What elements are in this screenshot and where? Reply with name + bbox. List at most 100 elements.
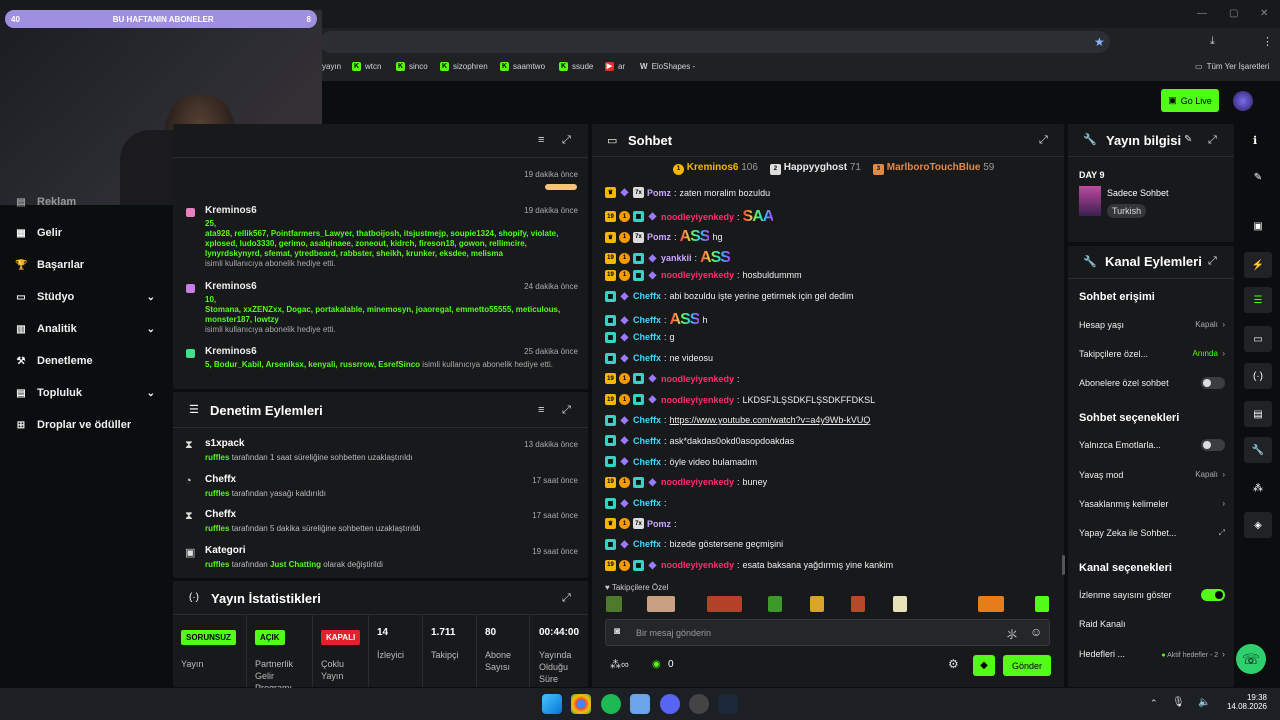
broadcast-icon[interactable]: (·): [1244, 363, 1272, 389]
edit-icon[interactable]: ✎: [1184, 134, 1192, 145]
coin-badge-icon[interactable]: 1: [619, 394, 630, 405]
tile-badge-icon[interactable]: ▦: [633, 394, 644, 405]
support-button[interactable]: ☏: [1236, 644, 1266, 674]
steam-icon[interactable]: [718, 694, 738, 714]
sub19-badge-icon[interactable]: 19: [605, 252, 616, 264]
popout-icon[interactable]: ⤢: [1208, 134, 1217, 147]
bookmark-sizophren[interactable]: Ksizophren: [440, 58, 488, 74]
sidebar-item-denetleme[interactable]: ⚒ Denetleme: [15, 355, 165, 367]
menu-icon[interactable]: ⋮: [1262, 35, 1273, 48]
bookmark-sinco[interactable]: Ksinco: [396, 58, 428, 74]
tile-badge-icon[interactable]: ▦: [633, 269, 644, 281]
gem-badge-icon[interactable]: ◆: [619, 498, 630, 509]
gem-badge-icon[interactable]: ◆: [619, 353, 630, 364]
gem-badge-icon[interactable]: ◆: [619, 291, 630, 302]
popout-icon[interactable]: ⤢: [562, 592, 571, 605]
sidebar-item-gelir[interactable]: ▦ Gelir: [15, 227, 165, 239]
setting-raid[interactable]: Raid Kanalı: [1079, 619, 1225, 629]
chat-username[interactable]: Pomz: [647, 519, 671, 529]
setting-slow-mode[interactable]: Yavaş mod Kapalı ›: [1079, 470, 1225, 480]
toggle[interactable]: [1201, 439, 1225, 451]
sub19-badge-icon[interactable]: 19: [605, 394, 616, 405]
spotify-icon[interactable]: [601, 694, 621, 714]
tile-badge-icon[interactable]: ▦: [605, 456, 616, 468]
info-icon[interactable]: ℹ: [1253, 134, 1257, 147]
emote[interactable]: [851, 596, 865, 612]
tile-badge-icon[interactable]: ▦: [633, 252, 644, 264]
sub19-badge-icon[interactable]: 19: [605, 211, 616, 223]
gem-badge-icon[interactable]: ◆: [619, 435, 630, 446]
all-bookmarks[interactable]: ▭ Tüm Yer İşaretleri: [1195, 58, 1269, 74]
chat-username[interactable]: noodleyiyenkedy: [661, 560, 734, 570]
download-icon[interactable]: ⤓: [1210, 35, 1215, 48]
chat-link[interactable]: https://www.youtube.com/watch?v=a4y9Wb-k…: [670, 415, 871, 425]
chat-input[interactable]: Bir mesaj gönderin: [605, 619, 1050, 646]
toggle[interactable]: [1201, 377, 1225, 389]
discord-icon[interactable]: [660, 694, 680, 714]
gem-badge-icon[interactable]: ◆: [647, 560, 658, 571]
filter-icon[interactable]: ≡: [538, 134, 544, 146]
popout-icon[interactable]: ⤢: [562, 404, 571, 417]
tile-badge-icon[interactable]: ▦: [605, 414, 616, 426]
sidebar-item-basarilar[interactable]: 🏆 Başarılar: [15, 259, 165, 271]
crown-badge-icon[interactable]: ♛: [605, 187, 616, 198]
chat-username[interactable]: Pomz: [647, 232, 671, 242]
chat-username[interactable]: Cheffx: [633, 457, 661, 467]
filter-icon[interactable]: ≡: [538, 404, 544, 416]
sidebar-item-reklam[interactable]: ▤ Reklam: [15, 196, 165, 208]
chat-username[interactable]: noodleyiyenkedy: [661, 374, 734, 384]
chat-username[interactable]: noodleyiyenkedy: [661, 395, 734, 405]
chat-username[interactable]: Cheffx: [633, 415, 661, 425]
setting-ai-chat[interactable]: Yapay Zeka ile Sohbet... ⤢: [1079, 528, 1225, 538]
chat-emote[interactable]: ASS: [680, 228, 711, 246]
sidebar-item-studyo[interactable]: ▭ Stüdyo ⌄: [15, 291, 165, 303]
chat-identity-icon[interactable]: ⁂∞: [610, 658, 629, 671]
address-bar[interactable]: [320, 31, 1110, 53]
chat-emote[interactable]: SAA: [743, 208, 775, 226]
app-icon[interactable]: [630, 694, 650, 714]
emote[interactable]: [768, 596, 782, 612]
chat-emote[interactable]: ASS: [700, 249, 731, 267]
coin-badge-icon[interactable]: 1: [619, 231, 630, 243]
chat-username[interactable]: yankkii: [661, 253, 692, 263]
tile-badge-icon[interactable]: ▦: [633, 559, 644, 571]
close-icon[interactable]: ✕: [1260, 8, 1268, 19]
translate-icon[interactable]: ⺢: [1007, 626, 1017, 641]
crown-badge-icon[interactable]: ♛: [605, 518, 616, 530]
kick-bot-button[interactable]: ◆: [973, 655, 995, 676]
gem-badge-icon[interactable]: ◆: [647, 477, 658, 488]
coin-badge-icon[interactable]: 1: [619, 476, 630, 488]
gem-badge-icon[interactable]: ◆: [619, 187, 630, 198]
chat-username[interactable]: Cheffx: [633, 436, 661, 446]
bolt-icon[interactable]: ⚡: [1244, 252, 1272, 278]
sidebar-item-topluluk[interactable]: ▤ Topluluk ⌄: [15, 387, 165, 399]
chat-username[interactable]: Cheffx: [633, 315, 661, 325]
go-live-button[interactable]: ▣ Go Live: [1161, 89, 1219, 112]
printer-icon[interactable]: ▤: [1244, 401, 1272, 427]
emote[interactable]: [707, 596, 742, 612]
tile-badge-icon[interactable]: ▦: [633, 373, 644, 385]
bookmark-wtcn[interactable]: Kwtcn: [352, 58, 381, 74]
emote[interactable]: [647, 596, 675, 612]
coin-badge-icon[interactable]: 1: [619, 518, 630, 530]
sub19-badge-icon[interactable]: 19: [605, 269, 616, 281]
vip-badge-icon[interactable]: 7x: [633, 187, 644, 198]
tile-badge-icon[interactable]: ▦: [633, 476, 644, 488]
gem-badge-icon[interactable]: ◆: [619, 315, 630, 326]
emote[interactable]: [1035, 596, 1049, 612]
chat-username[interactable]: noodleyiyenkedy: [661, 212, 734, 222]
sidebar-item-analitik[interactable]: ▥ Analitik ⌄: [15, 323, 165, 335]
chat-username[interactable]: noodleyiyenkedy: [661, 270, 734, 280]
setting-show-viewcount[interactable]: İzlenme sayısını göster: [1079, 589, 1225, 601]
bookmark-ssude[interactable]: Kssude: [559, 58, 593, 74]
windows-start-icon[interactable]: [542, 694, 562, 714]
video-icon[interactable]: ▣: [1244, 213, 1272, 239]
emote[interactable]: [810, 596, 824, 612]
vip-badge-icon[interactable]: 7x: [633, 231, 644, 243]
emote[interactable]: [606, 596, 622, 612]
emoji-icon[interactable]: ☺: [1030, 625, 1042, 639]
popout-icon[interactable]: ⤢: [562, 134, 571, 147]
gem-badge-icon[interactable]: ◆: [647, 373, 658, 384]
chat-username[interactable]: Cheffx: [633, 353, 661, 363]
coin-badge-icon[interactable]: 1: [619, 252, 630, 264]
